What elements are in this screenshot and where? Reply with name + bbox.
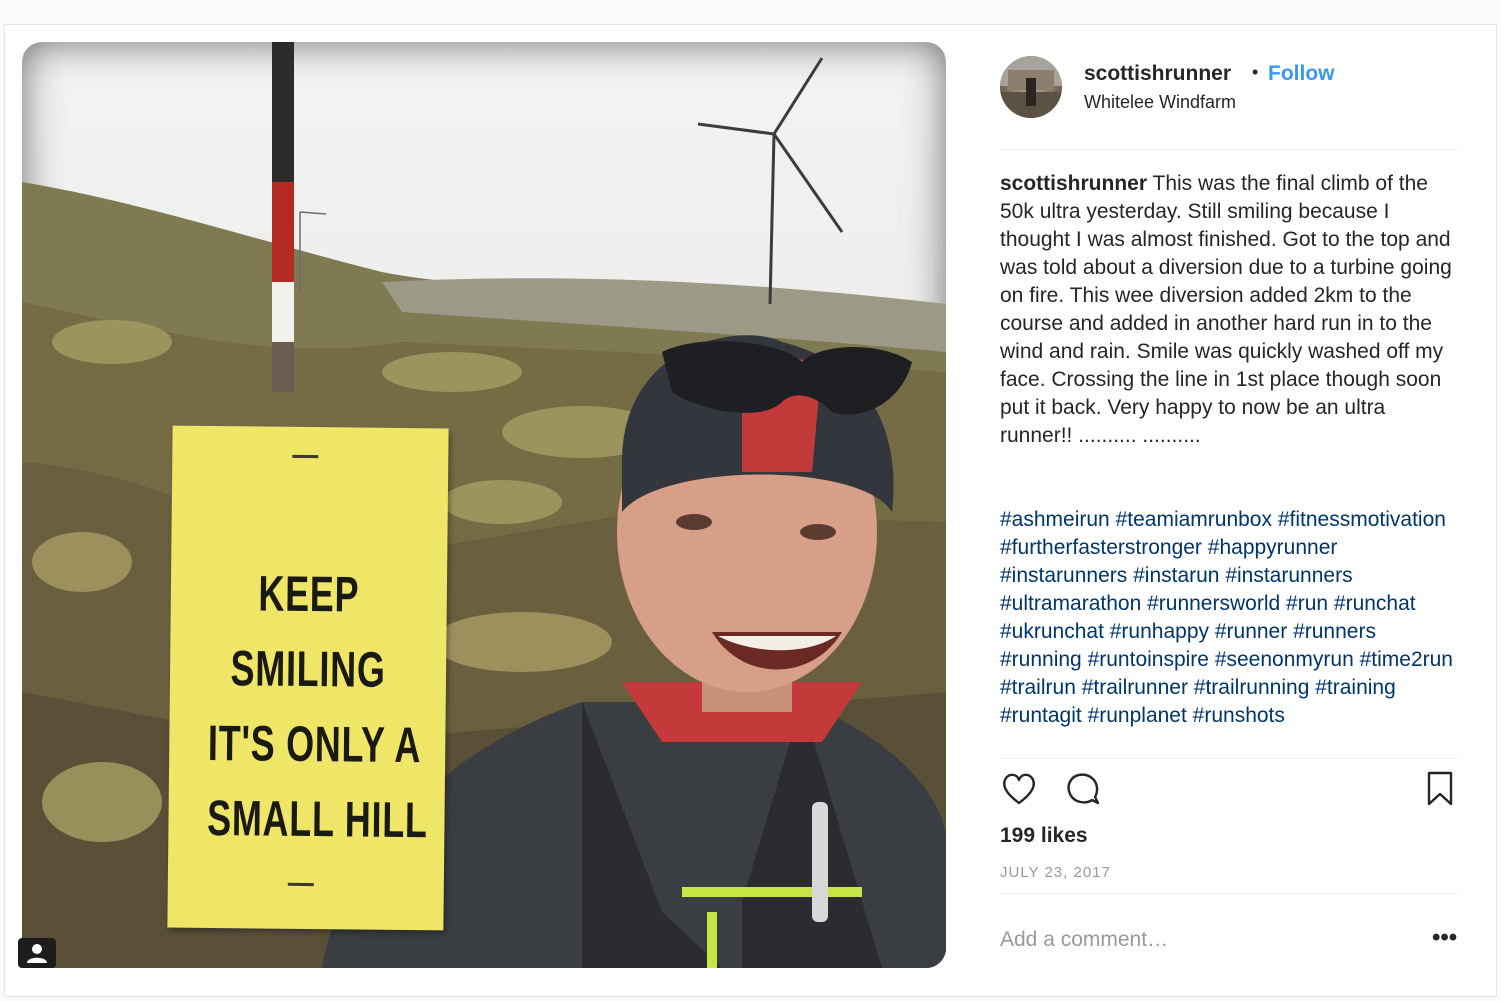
caption: scottishrunner This was the final climb …	[1000, 170, 1460, 450]
hashtag-link[interactable]: #instarunners	[1000, 564, 1127, 587]
hashtag-link[interactable]: #runnersworld	[1147, 592, 1280, 615]
hashtag-link[interactable]: #trailrunning	[1194, 676, 1310, 699]
sign-line-2: SMILING	[230, 640, 386, 698]
comment-input[interactable]	[1000, 926, 1400, 954]
hashtag-link[interactable]: #trailrun	[1000, 676, 1076, 699]
hashtag-link[interactable]: #instarun	[1133, 564, 1219, 587]
user-tag-icon[interactable]	[18, 938, 56, 968]
more-options-icon[interactable]: •••	[1432, 926, 1457, 950]
hashtag-link[interactable]: #instarunners	[1225, 564, 1352, 587]
hashtag-link[interactable]: #running	[1000, 648, 1082, 671]
hashtag-link[interactable]: #runners	[1293, 620, 1376, 643]
bookmark-icon[interactable]	[1422, 770, 1460, 808]
avatar[interactable]	[1000, 56, 1062, 118]
heart-icon[interactable]	[1000, 770, 1038, 808]
post-header: scottishrunner Whitelee Windfarm	[1000, 56, 1460, 120]
photo-scene	[22, 42, 946, 968]
post-photo[interactable]: KEEP SMILING IT'S ONLY A SMALL HILL	[22, 42, 946, 968]
hashtag-link[interactable]: #runplanet	[1088, 704, 1187, 727]
location-link[interactable]: Whitelee Windfarm	[1084, 92, 1236, 113]
caption-username[interactable]: scottishrunner	[1000, 172, 1147, 195]
sign-line-3: IT'S ONLY A	[207, 714, 422, 774]
caption-text: This was the final climb of the 50k ultr…	[1000, 172, 1452, 447]
follow-button[interactable]: Follow	[1268, 62, 1335, 86]
hashtag-link[interactable]: #trailrunner	[1082, 676, 1188, 699]
hashtag-link[interactable]: #ashmeirun	[1000, 508, 1110, 531]
hashtag-link[interactable]: #teamiamrunbox	[1116, 508, 1272, 531]
keep-smiling-sign: KEEP SMILING IT'S ONLY A SMALL HILL	[167, 425, 449, 931]
hashtag-link[interactable]: #ultramarathon	[1000, 592, 1141, 615]
hashtag-link[interactable]: #runtagit	[1000, 704, 1082, 727]
separator-dot: •	[1252, 62, 1259, 82]
hashtag-link[interactable]: #happyrunner	[1208, 536, 1338, 559]
caption-divider	[1000, 758, 1458, 759]
post-date[interactable]: JULY 23, 2017	[1000, 864, 1111, 881]
sign-line-4: SMALL HILL	[206, 789, 428, 849]
hashtag-link[interactable]: #ukrunchat	[1000, 620, 1104, 643]
hashtag-link[interactable]: #furtherfasterstronger	[1000, 536, 1202, 559]
hashtag-link[interactable]: #fitnessmotivation	[1278, 508, 1446, 531]
comment-divider	[1000, 893, 1458, 894]
hashtag-link[interactable]: #runshots	[1193, 704, 1285, 727]
hashtag-link[interactable]: #runtoinspire	[1088, 648, 1209, 671]
hashtag-link[interactable]: #runner	[1215, 620, 1287, 643]
comment-bubble-icon[interactable]	[1064, 770, 1102, 808]
sign-text: KEEP SMILING IT'S ONLY A SMALL HILL	[206, 556, 428, 858]
sign-line-1: KEEP	[258, 565, 360, 623]
hashtag-link[interactable]: #runhappy	[1110, 620, 1209, 643]
hashtag-link[interactable]: #run	[1286, 592, 1328, 615]
likes-count[interactable]: 199 likes	[1000, 824, 1088, 848]
hashtag-link[interactable]: #time2run	[1360, 648, 1453, 671]
username-link[interactable]: scottishrunner	[1084, 62, 1231, 86]
hashtag-link[interactable]: #seenonmyrun	[1215, 648, 1354, 671]
sign-hole-top	[292, 454, 319, 459]
sign-hole-bottom	[287, 882, 314, 887]
action-bar	[1000, 770, 1458, 810]
hashtag-link[interactable]: #training	[1315, 676, 1396, 699]
hashtag-link[interactable]: #runchat	[1334, 592, 1416, 615]
header-divider	[1000, 149, 1458, 150]
hashtag-list: #ashmeirun #teamiamrunbox #fitnessmotiva…	[1000, 506, 1460, 756]
